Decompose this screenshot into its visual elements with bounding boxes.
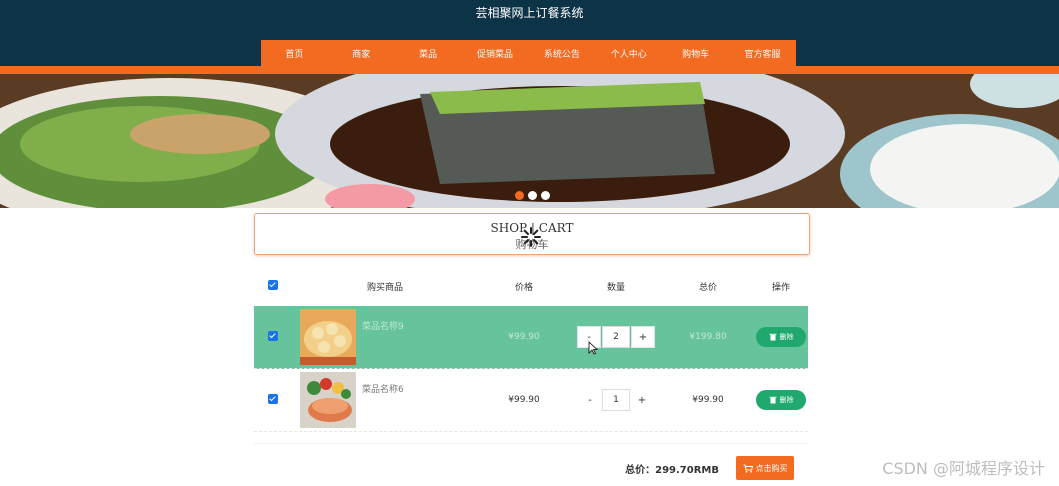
carousel-dot[interactable]	[515, 191, 524, 200]
nav-item-merchants[interactable]: 商家	[328, 47, 395, 60]
table-row: 菜品名称6 ¥99.90 - 1 + ¥99.90 删除	[254, 369, 808, 432]
column-header-qty: 数量	[606, 282, 625, 293]
buy-button[interactable]: 点击购买	[736, 456, 794, 480]
row-total: ¥199.80	[689, 332, 727, 342]
column-header-total: 总价	[698, 282, 717, 293]
row-total: ¥99.90	[692, 395, 724, 405]
nav-item-home[interactable]: 首页	[261, 47, 328, 60]
delete-button[interactable]: 删除	[756, 327, 806, 347]
quantity-input[interactable]: 2	[602, 326, 630, 348]
buy-button-label: 点击购买	[755, 463, 788, 473]
banner-food-image	[0, 74, 1059, 208]
carousel-dot[interactable]	[528, 191, 537, 200]
column-header-price: 价格	[514, 282, 533, 293]
header: 芸相聚网上订餐系统 首页 商家 菜品 促销菜品 系统公告 个人中心 购物车 官方…	[0, 0, 1059, 66]
nav-item-personal-center[interactable]: 个人中心	[595, 47, 662, 60]
select-all-checkbox[interactable]	[268, 279, 278, 290]
row-checkbox[interactable]	[268, 330, 278, 341]
main-nav: 首页 商家 菜品 促销菜品 系统公告 个人中心 购物车 官方客服	[261, 40, 796, 66]
trash-icon	[769, 333, 776, 341]
increase-qty-button[interactable]: +	[631, 326, 655, 348]
column-header-operation: 操作	[771, 282, 790, 293]
product-name[interactable]: 菜品名称6	[362, 382, 404, 395]
header-accent-bar	[0, 66, 1059, 74]
decrease-qty-button[interactable]: -	[579, 390, 601, 410]
quantity-stepper: - 2 +	[570, 326, 662, 348]
table-header: 购买商品 价格 数量 总价 操作	[254, 266, 808, 306]
trash-icon	[769, 396, 776, 404]
row-checkbox[interactable]	[268, 393, 278, 404]
delete-label: 删除	[779, 396, 794, 404]
cart-total: 总价：299.70RMB	[625, 465, 719, 476]
product-price: ¥99.90	[508, 395, 540, 405]
loading-spinner-icon	[521, 227, 541, 247]
cart-icon	[743, 464, 753, 473]
site-title: 芸相聚网上订餐系统	[475, 6, 584, 20]
nav-item-promotions[interactable]: 促销菜品	[462, 47, 529, 60]
product-price: ¥99.90	[508, 332, 540, 342]
delete-label: 删除	[779, 333, 794, 341]
nav-item-customer-service[interactable]: 官方客服	[729, 47, 796, 60]
watermark: CSDN @阿城程序设计	[882, 459, 1045, 478]
nav-item-announcements[interactable]: 系统公告	[529, 47, 596, 60]
nav-item-dishes[interactable]: 菜品	[395, 47, 462, 60]
carousel-indicators	[515, 191, 550, 200]
product-thumbnail[interactable]	[300, 309, 356, 365]
mouse-cursor-icon	[588, 341, 598, 355]
delete-button[interactable]: 删除	[756, 390, 806, 410]
cart-summary: 总价：299.70RMB 点击购买	[254, 443, 808, 486]
cart-table: 购买商品 价格 数量 总价 操作 菜品名称9 ¥99.90 - 2 + ¥199	[254, 266, 808, 432]
carousel-dot[interactable]	[541, 191, 550, 200]
quantity-stepper: - 1 +	[570, 389, 662, 411]
table-row: 菜品名称9 ¥99.90 - 2 + ¥199.80 删除	[254, 306, 808, 369]
banner-carousel[interactable]	[0, 74, 1059, 208]
increase-qty-button[interactable]: +	[631, 390, 653, 410]
product-thumbnail[interactable]	[300, 372, 356, 428]
product-name[interactable]: 菜品名称9	[362, 319, 404, 332]
nav-item-cart[interactable]: 购物车	[662, 47, 729, 60]
quantity-input[interactable]: 1	[602, 389, 630, 411]
